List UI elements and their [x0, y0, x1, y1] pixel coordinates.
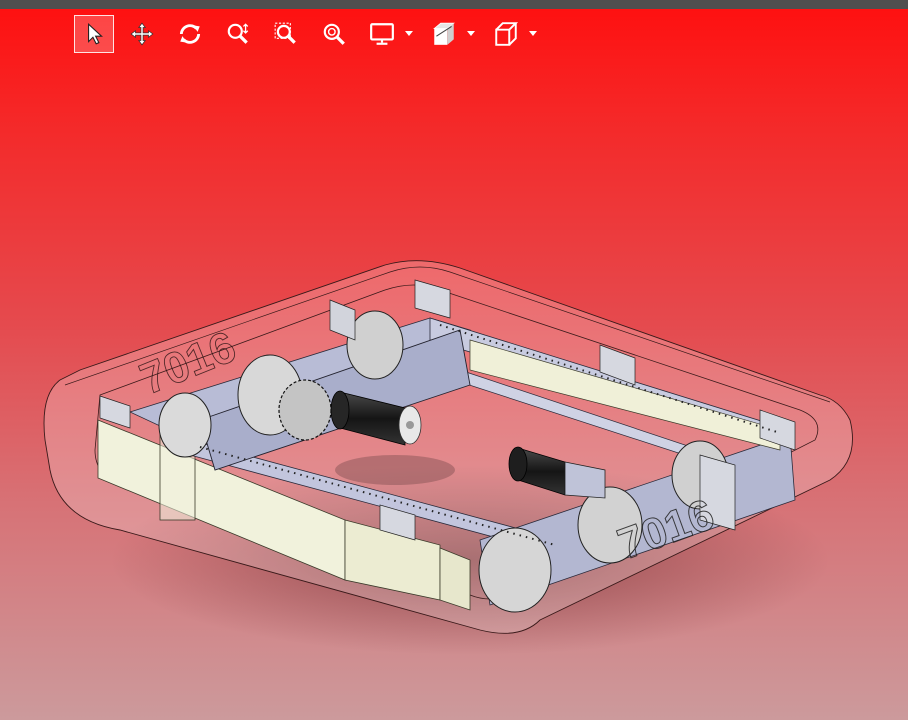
rotate-tool-button[interactable]	[170, 15, 210, 53]
move-arrows-icon	[130, 22, 154, 46]
wheel-left-front	[158, 392, 212, 458]
gear-left	[278, 379, 332, 441]
view-orientation-dropdown[interactable]	[526, 15, 540, 53]
zoom-tool-button[interactable]	[218, 15, 258, 53]
chevron-down-icon	[405, 31, 413, 36]
chevron-down-icon	[467, 31, 475, 36]
cursor-arrow-icon	[88, 23, 103, 45]
zoom-fit-icon	[323, 23, 345, 45]
pan-tool-button[interactable]	[122, 15, 162, 53]
display-style-button[interactable]	[362, 15, 402, 53]
chevron-down-icon	[529, 31, 537, 36]
wheel-right-front	[478, 527, 552, 613]
zoom-window-icon	[274, 22, 296, 44]
wheel-left-mid	[346, 310, 404, 380]
cube-icon	[495, 22, 519, 46]
window-top-bar	[0, 0, 908, 9]
rotate-icon	[179, 24, 201, 44]
robot-chassis-model: 7016 7016	[43, 260, 853, 655]
section-view-group	[424, 15, 478, 53]
display-style-dropdown[interactable]	[402, 15, 416, 53]
section-view-button[interactable]	[424, 15, 464, 53]
view-orientation-group	[486, 15, 540, 53]
zoom-icon	[227, 23, 249, 44]
view-orientation-button[interactable]	[486, 15, 526, 53]
select-tool-button[interactable]	[74, 15, 114, 53]
monitor-icon	[370, 23, 394, 45]
3d-viewport[interactable]: 7016 7016	[0, 60, 908, 720]
section-view-icon	[433, 22, 455, 45]
zoom-fit-tool-button[interactable]	[314, 15, 354, 53]
view-toolbar	[74, 14, 548, 54]
display-style-group	[362, 15, 416, 53]
zoom-area-tool-button[interactable]	[266, 15, 306, 53]
section-view-dropdown[interactable]	[464, 15, 478, 53]
